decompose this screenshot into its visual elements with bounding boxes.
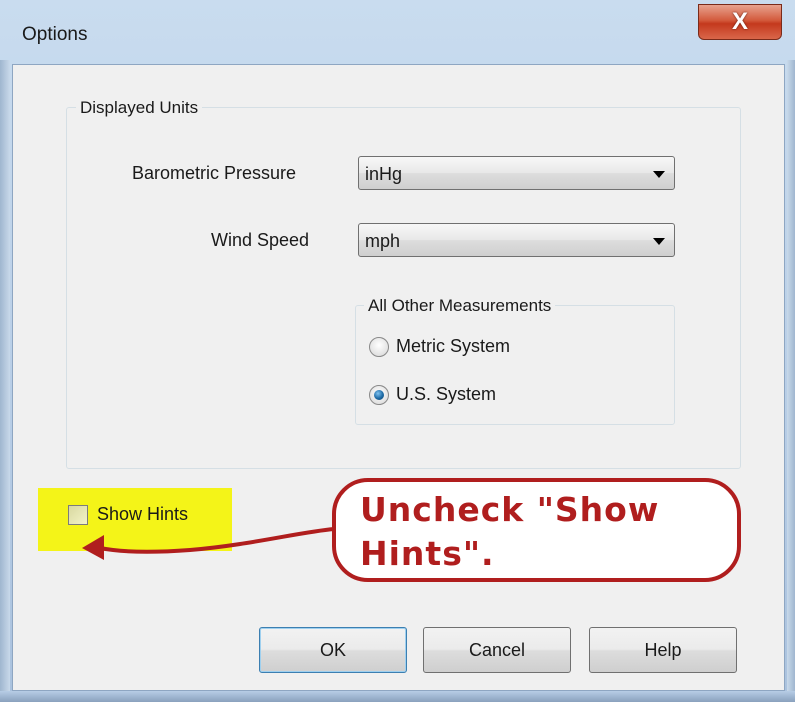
metric-system-radio[interactable]: [369, 337, 389, 357]
wind-speed-label: Wind Speed: [211, 230, 310, 250]
metric-system-option[interactable]: Metric System: [369, 335, 569, 361]
window-frame-bottom: [0, 691, 795, 702]
radio-selected-dot: [374, 390, 384, 400]
annotation-text: Uncheck "Show Hints".: [360, 490, 660, 573]
close-icon: X: [731, 8, 748, 35]
show-hints-label[interactable]: Show Hints: [97, 504, 188, 525]
chevron-down-icon: [653, 171, 665, 178]
ok-button[interactable]: OK: [259, 627, 407, 673]
cancel-button[interactable]: Cancel: [423, 627, 571, 673]
wind-speed-select[interactable]: mph: [358, 223, 675, 257]
window-frame-right: [787, 60, 795, 702]
help-button[interactable]: Help: [589, 627, 737, 673]
other-measurements-legend: All Other Measurements: [364, 296, 556, 316]
barometric-pressure-value: inHg: [365, 164, 403, 184]
title-bar[interactable]: Options: [0, 0, 795, 64]
displayed-units-legend: Displayed Units: [76, 98, 203, 118]
show-hints-checkbox[interactable]: [68, 505, 88, 525]
us-system-label: U.S. System: [396, 384, 497, 404]
chevron-down-icon: [653, 238, 665, 245]
barometric-pressure-select[interactable]: inHg: [358, 156, 675, 190]
metric-system-label: Metric System: [396, 336, 511, 356]
window-title: Options: [22, 24, 88, 45]
barometric-pressure-label: Barometric Pressure: [132, 163, 297, 183]
options-dialog: Options X Displayed Units Barometric Pre…: [0, 0, 795, 702]
close-button[interactable]: X: [698, 4, 782, 40]
wind-speed-value: mph: [365, 231, 401, 251]
us-system-option[interactable]: U.S. System: [369, 383, 569, 409]
us-system-radio[interactable]: [369, 385, 389, 405]
window-frame-left: [0, 60, 10, 702]
